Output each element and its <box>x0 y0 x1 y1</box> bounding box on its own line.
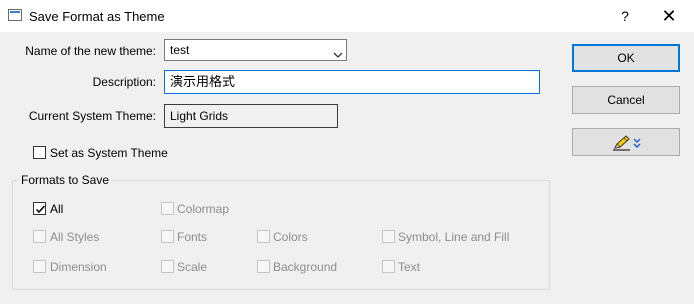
description-value: 演示用格式 <box>170 74 236 89</box>
all-checkbox[interactable] <box>33 202 46 215</box>
pencil-icon <box>611 134 631 155</box>
close-button[interactable]: ✕ <box>652 4 686 28</box>
title-bar: Save Format as Theme ? ✕ <box>0 0 694 32</box>
current-theme-label: Current System Theme: <box>28 109 156 123</box>
description-label: Description: <box>92 75 156 89</box>
text-label: Text <box>398 260 421 274</box>
current-theme-value: Light Grids <box>170 109 229 123</box>
fonts-label: Fonts <box>177 230 208 244</box>
chevron-down-icon[interactable] <box>333 45 343 58</box>
window-title: Save Format as Theme <box>29 9 165 24</box>
cancel-button[interactable]: Cancel <box>572 86 680 114</box>
formats-group-label: Formats to Save <box>18 173 113 187</box>
theme-name-combo[interactable]: test <box>164 39 347 61</box>
colormap-checkbox[interactable] <box>161 202 174 215</box>
fonts-checkbox[interactable] <box>161 230 174 243</box>
double-chevron-down-icon <box>633 137 641 152</box>
theme-options-button[interactable] <box>572 128 680 156</box>
current-theme-field: Light Grids <box>164 104 338 128</box>
scale-checkbox[interactable] <box>161 260 174 273</box>
symbol-line-fill-label: Symbol, Line and Fill <box>398 230 510 244</box>
theme-name-value: test <box>170 43 190 57</box>
theme-name-label: Name of the new theme: <box>25 44 156 58</box>
all-styles-label: All Styles <box>50 230 100 244</box>
background-checkbox[interactable] <box>257 260 270 273</box>
symbol-line-fill-checkbox[interactable] <box>382 230 395 243</box>
dimension-checkbox[interactable] <box>33 260 46 273</box>
window-icon <box>8 9 22 21</box>
colors-label: Colors <box>273 230 308 244</box>
background-label: Background <box>273 260 338 274</box>
colormap-label: Colormap <box>177 202 230 216</box>
scale-label: Scale <box>177 260 208 274</box>
set-system-theme-checkbox[interactable] <box>33 146 46 159</box>
ok-button[interactable]: OK <box>572 44 680 72</box>
colors-checkbox[interactable] <box>257 230 270 243</box>
text-checkbox[interactable] <box>382 260 395 273</box>
all-styles-checkbox[interactable] <box>33 230 46 243</box>
description-input[interactable]: 演示用格式 <box>164 70 540 94</box>
all-label[interactable]: All <box>50 202 63 216</box>
help-button[interactable]: ? <box>612 6 638 26</box>
dimension-label: Dimension <box>50 260 107 274</box>
set-system-theme-label[interactable]: Set as System Theme <box>50 146 168 160</box>
